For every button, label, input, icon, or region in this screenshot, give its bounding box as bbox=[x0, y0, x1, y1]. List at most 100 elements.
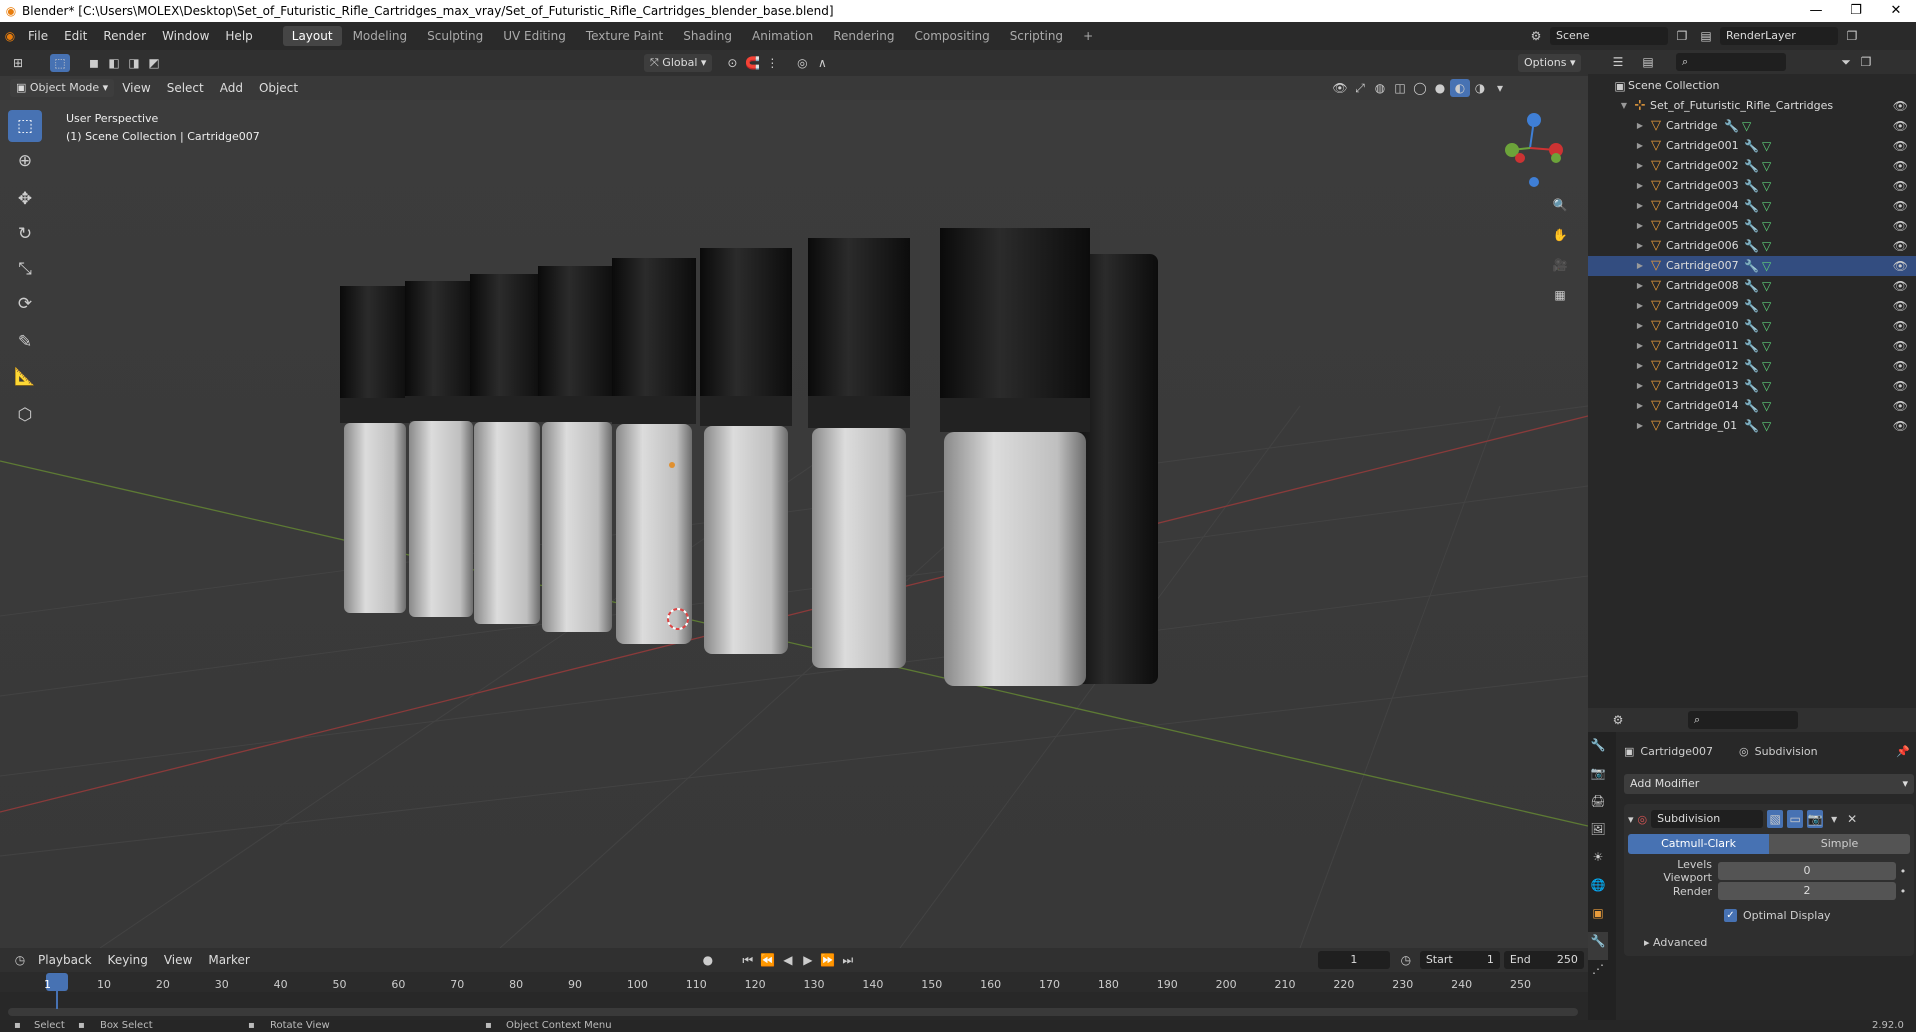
add-modifier-dropdown[interactable]: Add Modifier ▾ bbox=[1624, 774, 1914, 794]
advanced-section[interactable]: ▸ Advanced bbox=[1628, 934, 1910, 952]
select-mode-invert-icon[interactable]: ◩ bbox=[144, 54, 164, 72]
snap-target-icon[interactable]: ⋮ bbox=[762, 54, 782, 72]
record-icon[interactable]: ● bbox=[698, 951, 718, 969]
renderlayer-field[interactable]: RenderLayer bbox=[1720, 27, 1838, 45]
visibility-eye-icon[interactable]: 👁 bbox=[1893, 116, 1908, 136]
shading-options-icon[interactable]: ▾ bbox=[1490, 79, 1510, 97]
outliner-search-input[interactable]: ⌕ bbox=[1676, 53, 1786, 71]
play-icon[interactable]: ▶ bbox=[798, 951, 818, 969]
outliner-item[interactable]: ▶ ▽ Cartridge003 🔧 ▽ 👁 bbox=[1588, 176, 1916, 196]
pivot-icon[interactable]: ⊙ bbox=[722, 54, 742, 72]
simple-button[interactable]: Simple bbox=[1769, 834, 1910, 854]
visibility-eye-icon[interactable]: 👁 bbox=[1893, 236, 1908, 256]
expand-arrow-icon[interactable]: ▶ bbox=[1634, 396, 1646, 416]
tab-compositing[interactable]: Compositing bbox=[905, 26, 998, 46]
outliner-item[interactable]: ▶ ▽ Cartridge007 🔧 ▽ 👁 bbox=[1588, 256, 1916, 276]
tab-texture-paint[interactable]: Texture Paint bbox=[577, 26, 672, 46]
wireframe-shading-icon[interactable]: ◯ bbox=[1410, 79, 1430, 97]
expand-arrow-icon[interactable]: ▶ bbox=[1634, 216, 1646, 236]
new-renderlayer-icon[interactable]: ❐ bbox=[1842, 27, 1862, 45]
editmode-toggle-icon[interactable]: ▧ bbox=[1767, 810, 1784, 828]
select-box-icon[interactable]: ⬚ bbox=[8, 110, 42, 142]
scene-icon[interactable]: ⚙ bbox=[1526, 27, 1546, 45]
tab-shading[interactable]: Shading bbox=[674, 26, 741, 46]
expand-arrow-icon[interactable]: ▶ bbox=[1634, 276, 1646, 296]
outliner-scene-collection[interactable]: ▣ Scene Collection bbox=[1588, 76, 1916, 96]
outliner-item[interactable]: ▶ ▽ Cartridge 🔧 ▽ 👁 bbox=[1588, 116, 1916, 136]
outliner-item[interactable]: ▶ ▽ Cartridge005 🔧 ▽ 👁 bbox=[1588, 216, 1916, 236]
outliner-item[interactable]: ▶ ▽ Cartridge_01 🔧 ▽ 👁 bbox=[1588, 416, 1916, 436]
expand-arrow-icon[interactable]: ▶ bbox=[1634, 156, 1646, 176]
optimal-display-checkbox[interactable]: ✓ bbox=[1724, 908, 1737, 922]
timeline-menu-view[interactable]: View bbox=[156, 953, 200, 967]
prev-keyframe-icon[interactable]: ⏪ bbox=[758, 951, 778, 969]
modifier-tab-icon[interactable]: 🔧 bbox=[1588, 932, 1608, 960]
expand-arrow-icon[interactable]: ▶ bbox=[1634, 176, 1646, 196]
outliner-item[interactable]: ▶ ▽ Cartridge009 🔧 ▽ 👁 bbox=[1588, 296, 1916, 316]
properties-editor-icon[interactable]: ⚙ bbox=[1608, 711, 1628, 729]
scene-tab-icon[interactable]: ☀ bbox=[1588, 848, 1608, 876]
mode-dropdown[interactable]: ▣ Object Mode ▾ bbox=[10, 79, 115, 97]
modifier-name-field[interactable]: Subdivision bbox=[1651, 810, 1764, 828]
gizmo-icon[interactable]: ⤢ bbox=[1350, 79, 1370, 97]
expand-arrow-icon[interactable]: ▶ bbox=[1634, 376, 1646, 396]
measure-tool-icon[interactable]: 📐 bbox=[8, 361, 42, 393]
timeline-menu-keying[interactable]: Keying bbox=[100, 953, 156, 967]
tab-layout[interactable]: Layout bbox=[282, 26, 342, 46]
expand-arrow-icon[interactable]: ▶ bbox=[1634, 336, 1646, 356]
tab-animation[interactable]: Animation bbox=[743, 26, 822, 46]
visibility-eye-icon[interactable]: 👁 bbox=[1893, 416, 1908, 436]
outliner-item[interactable]: ▶ ▽ Cartridge011 🔧 ▽ 👁 bbox=[1588, 336, 1916, 356]
select-mode-extend-icon[interactable]: ◧ bbox=[104, 54, 124, 72]
xray-icon[interactable]: ◫ bbox=[1390, 79, 1410, 97]
world-tab-icon[interactable]: 🌐 bbox=[1588, 876, 1608, 904]
visibility-eye-icon[interactable]: 👁 bbox=[1893, 396, 1908, 416]
remove-modifier-icon[interactable]: ✕ bbox=[1845, 810, 1859, 828]
vp-menu-select[interactable]: Select bbox=[159, 81, 212, 95]
vp-menu-view[interactable]: View bbox=[114, 81, 158, 95]
expand-arrow-icon[interactable]: ▶ bbox=[1634, 316, 1646, 336]
play-reverse-icon[interactable]: ◀ bbox=[778, 951, 798, 969]
expand-arrow-icon[interactable]: ▶ bbox=[1634, 116, 1646, 136]
annotate-tool-icon[interactable]: ✎ bbox=[8, 326, 42, 358]
outliner-item[interactable]: ▶ ▽ Cartridge004 🔧 ▽ 👁 bbox=[1588, 196, 1916, 216]
add-cube-tool-icon[interactable]: ⬡ bbox=[8, 399, 42, 431]
camera-icon[interactable]: 🎥 bbox=[1550, 256, 1570, 286]
particles-tab-icon[interactable]: ⋰ bbox=[1588, 960, 1608, 988]
clock-icon[interactable]: ◷ bbox=[1396, 951, 1416, 969]
snap-icon[interactable]: 🧲 bbox=[742, 54, 762, 72]
expand-arrow-icon[interactable]: ▶ bbox=[1634, 236, 1646, 256]
zoom-icon[interactable]: 🔍 bbox=[1550, 196, 1570, 226]
outliner-item[interactable]: ▶ ▽ Cartridge002 🔧 ▽ 👁 bbox=[1588, 156, 1916, 176]
3d-viewport[interactable] bbox=[0, 76, 1588, 948]
expand-arrow-icon[interactable]: ▶ bbox=[1634, 416, 1646, 436]
vp-menu-add[interactable]: Add bbox=[212, 81, 251, 95]
expand-arrow-icon[interactable]: ▶ bbox=[1634, 256, 1646, 276]
viewport-toggle-icon[interactable]: ▭ bbox=[1787, 810, 1804, 828]
visibility-icon[interactable]: 👁 bbox=[1330, 79, 1350, 97]
options-dropdown[interactable]: Options ▾ bbox=[1518, 54, 1582, 72]
proportional-edit-icon[interactable]: ◎ bbox=[792, 54, 812, 72]
pan-hand-icon[interactable]: ✋ bbox=[1550, 226, 1570, 256]
collapse-icon[interactable]: ▼ bbox=[1618, 96, 1630, 116]
expand-arrow-icon[interactable]: ▶ bbox=[1634, 356, 1646, 376]
tab-scripting[interactable]: Scripting bbox=[1001, 26, 1072, 46]
expand-arrow-icon[interactable]: ▶ bbox=[1634, 196, 1646, 216]
display-mode-icon[interactable]: ▤ bbox=[1638, 53, 1658, 71]
timeline-scrollbar[interactable] bbox=[8, 1008, 1578, 1016]
material-shading-icon[interactable]: ◐ bbox=[1450, 79, 1470, 97]
filter-icon[interactable]: ⏷ bbox=[1836, 53, 1856, 71]
outliner-item[interactable]: ▶ ▽ Cartridge008 🔧 ▽ 👁 bbox=[1588, 276, 1916, 296]
current-frame-field[interactable]: 1 bbox=[1317, 951, 1390, 969]
select-tool-icon[interactable]: ⬚ bbox=[50, 54, 70, 72]
modifier-menu-icon[interactable]: ▾ bbox=[1827, 810, 1841, 828]
outliner-item[interactable]: ▶ ▽ Cartridge012 🔧 ▽ 👁 bbox=[1588, 356, 1916, 376]
select-mode-new-icon[interactable]: ◼ bbox=[84, 54, 104, 72]
start-frame-field[interactable]: Start 1 bbox=[1419, 951, 1500, 969]
object-tab-icon[interactable]: ▣ bbox=[1588, 904, 1608, 932]
view-layer-tab-icon[interactable]: 🖼 bbox=[1588, 820, 1608, 848]
editor-type-icon[interactable]: ⊞ bbox=[8, 54, 28, 72]
catmull-clark-button[interactable]: Catmull-Clark bbox=[1628, 834, 1769, 854]
output-tab-icon[interactable]: 🖨 bbox=[1588, 792, 1608, 820]
overlay-icon[interactable]: ◍ bbox=[1370, 79, 1390, 97]
